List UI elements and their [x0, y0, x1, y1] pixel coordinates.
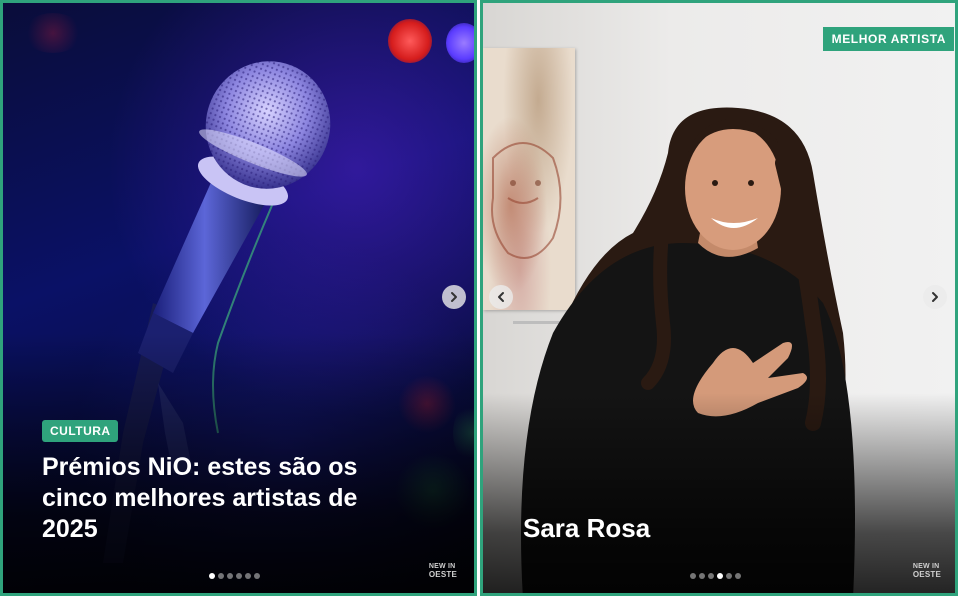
award-badge: MELHOR ARTISTA	[822, 27, 954, 51]
brand-watermark: NEW IN OESTE	[428, 563, 457, 579]
feed-carousel-view: CULTURA Prémios NiO: estes são os cinco …	[0, 0, 958, 596]
artist-name[interactable]: Sara Rosa	[523, 513, 650, 544]
carousel-dot	[227, 573, 233, 579]
carousel-dot	[218, 573, 224, 579]
chevron-left-icon	[498, 292, 504, 302]
chevron-right-icon	[451, 292, 457, 302]
carousel-indicator	[690, 573, 741, 579]
carousel-dot	[236, 573, 242, 579]
carousel-next-button[interactable]	[442, 285, 466, 309]
post-card-artist[interactable]: MELHOR ARTISTA Sara Rosa NEW IN OESTE	[480, 0, 958, 596]
post-headline[interactable]: Prémios NiO: estes são os cinco melhores…	[42, 452, 372, 545]
carousel-prev-button[interactable]	[489, 285, 513, 309]
chevron-right-icon	[932, 292, 938, 302]
carousel-dot	[209, 573, 215, 579]
carousel-next-button[interactable]	[923, 285, 947, 309]
carousel-dot	[708, 573, 714, 579]
brand-watermark: NEW IN OESTE	[912, 563, 941, 579]
carousel-dot	[699, 573, 705, 579]
post-card-cultura[interactable]: CULTURA Prémios NiO: estes são os cinco …	[0, 0, 477, 596]
category-badge[interactable]: CULTURA	[42, 420, 118, 442]
carousel-dot	[735, 573, 741, 579]
carousel-dot	[245, 573, 251, 579]
carousel-dot	[690, 573, 696, 579]
carousel-indicator	[209, 573, 260, 579]
carousel-dot	[726, 573, 732, 579]
carousel-dot	[717, 573, 723, 579]
carousel-dot	[254, 573, 260, 579]
